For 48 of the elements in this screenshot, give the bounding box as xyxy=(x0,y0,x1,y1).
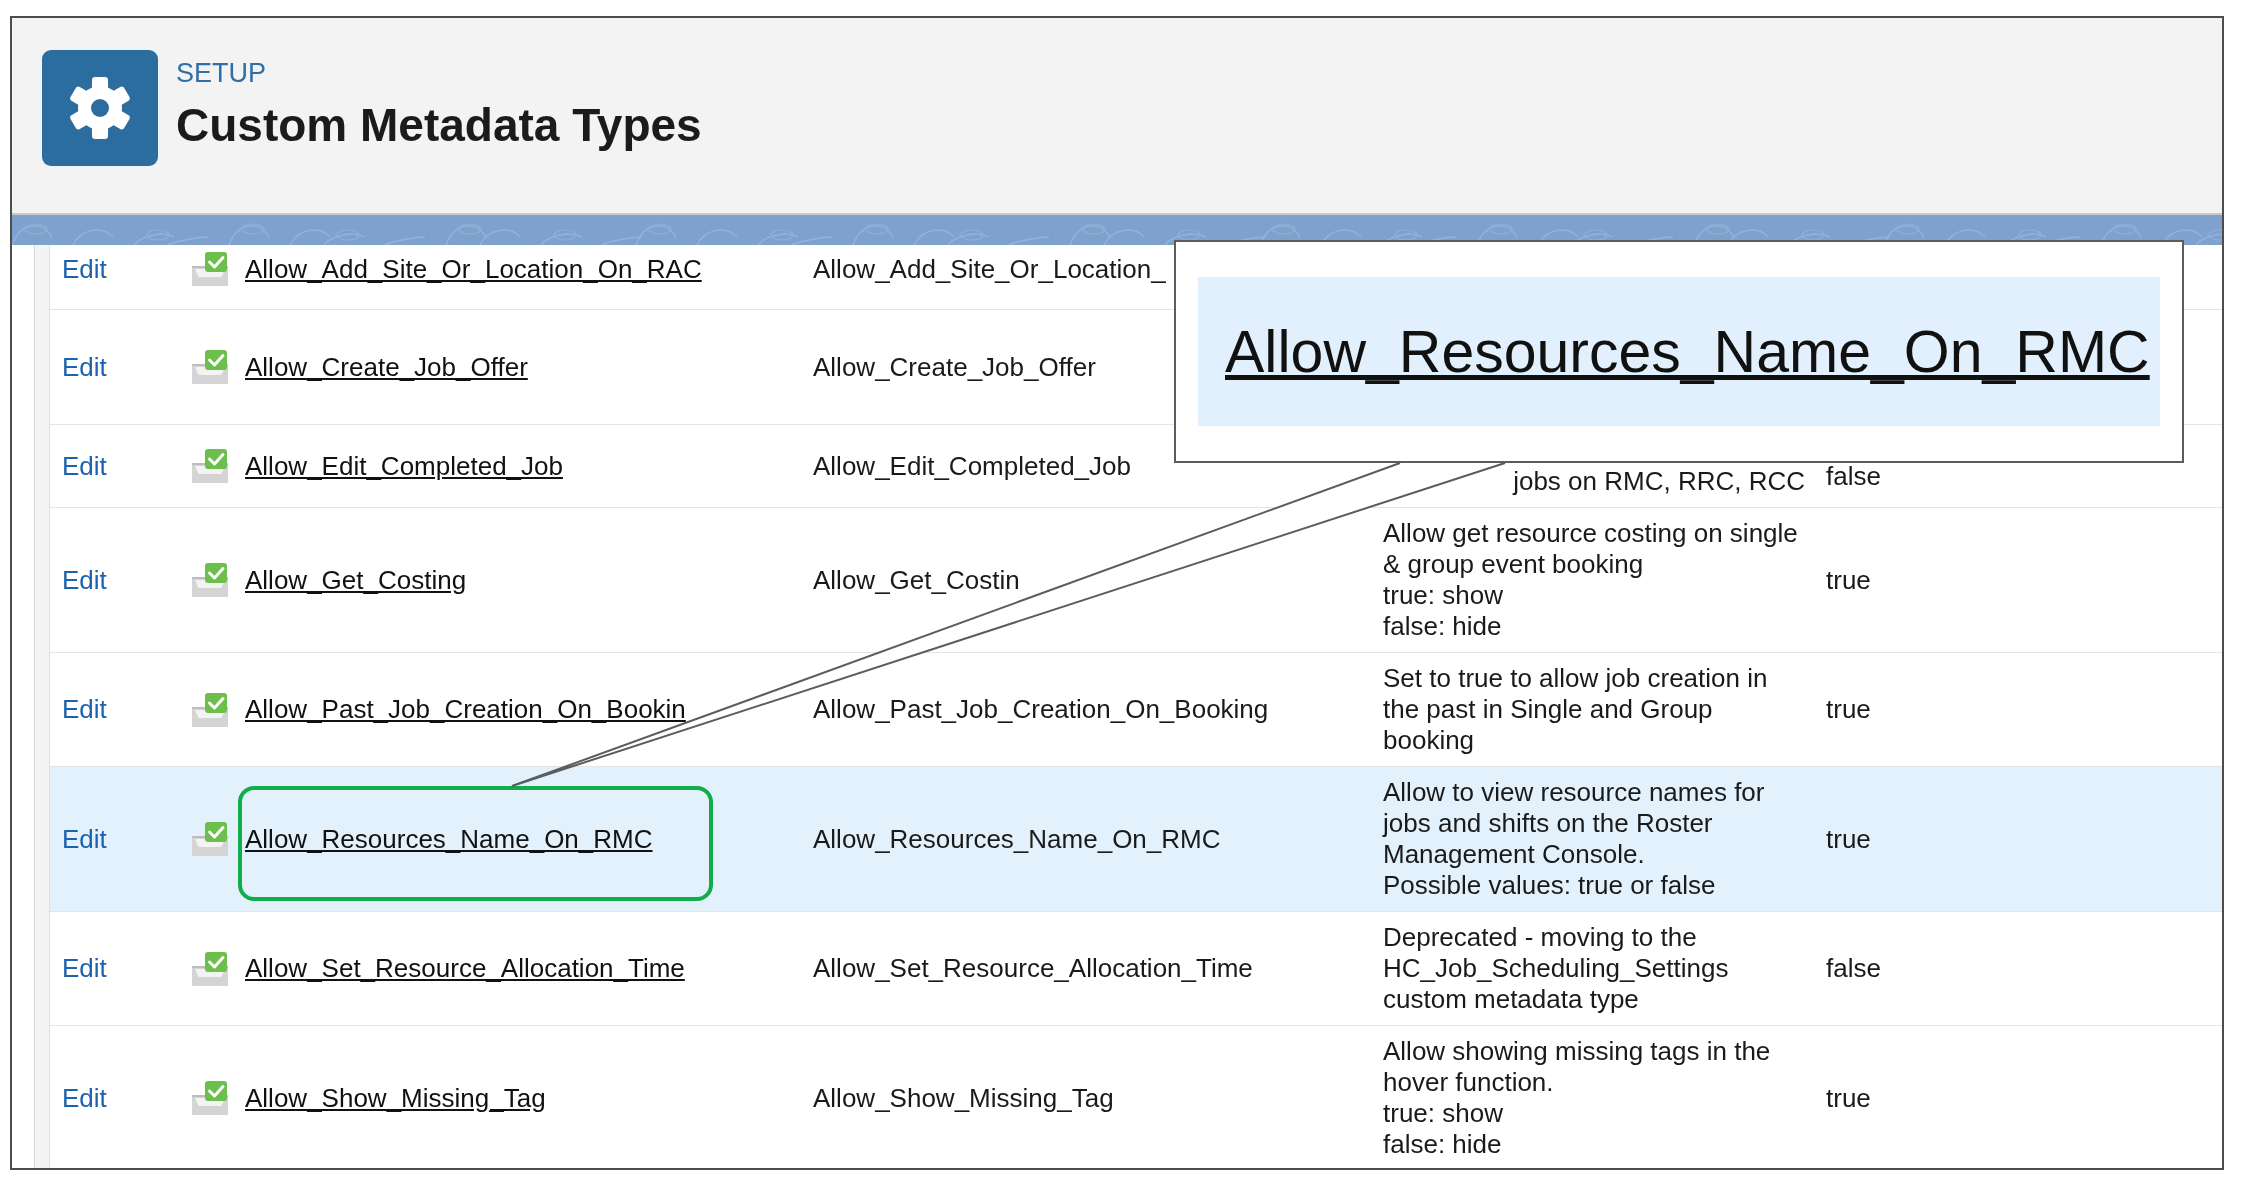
record-link[interactable]: Allow_Edit_Completed_Job xyxy=(245,450,563,482)
check-tray-icon xyxy=(191,821,229,857)
field-value: true xyxy=(1826,564,1871,596)
field-value: true xyxy=(1826,823,1871,855)
field-value: false xyxy=(1826,459,1881,492)
check-tray-icon xyxy=(191,691,229,728)
api-name: Allow_Resources_Name_On_RMC xyxy=(813,823,1221,855)
field-value: false xyxy=(1826,953,1881,984)
edit-link[interactable]: Edit xyxy=(62,253,107,285)
record-link[interactable]: Allow_Set_Resource_Allocation_Time xyxy=(245,953,685,984)
description: Deprecated - moving to the HC_Job_Scheduling_Settings custom metadata type xyxy=(1383,922,1730,1015)
api-name: Allow_Edit_Completed_Job xyxy=(813,450,1131,482)
api-name: Allow_Past_Job_Creation_On_Booking xyxy=(813,694,1269,725)
eyebrow-label: SETUP xyxy=(176,57,267,89)
api-name: Allow_Create_Job_Offer xyxy=(813,351,1096,383)
api-name: Allow_Add_Site_Or_Location_ xyxy=(813,253,1166,285)
edit-link[interactable]: Edit xyxy=(62,1082,107,1114)
description: Allow get resource costing on single & group event booking true: show false: hide xyxy=(1383,518,1799,642)
page-title: Custom Metadata Types xyxy=(176,98,702,152)
check-tray-icon xyxy=(191,1080,229,1116)
edit-link[interactable]: Edit xyxy=(62,351,107,383)
record-link[interactable]: Allow_Resources_Name_On_RMC xyxy=(245,823,653,855)
description: jobs on RMC, RRC, RCC xyxy=(1513,465,1805,497)
check-tray-icon xyxy=(191,349,229,385)
edit-link[interactable]: Edit xyxy=(62,694,107,725)
record-link[interactable]: Allow_Get_Costing xyxy=(245,564,467,596)
description: Allow showing missing tags in the hover function. true: show false: hide xyxy=(1383,1036,1772,1160)
check-tray-icon xyxy=(191,950,229,987)
description: Allow to view resource names for jobs and shifts on the Roster Management Console. Possible values: true or false xyxy=(1383,777,1766,901)
check-tray-icon xyxy=(191,562,229,598)
record-link[interactable]: Allow_Add_Site_Or_Location_On_RAC xyxy=(245,253,702,285)
record-link[interactable]: Allow_Show_Missing_Tag xyxy=(245,1082,546,1114)
api-name: Allow_Set_Resource_Allocation_Time xyxy=(813,953,1253,984)
edit-link[interactable]: Edit xyxy=(62,564,107,596)
check-tray-icon xyxy=(191,251,229,287)
edit-link[interactable]: Edit xyxy=(62,450,107,482)
magnified-text: Allow_Resources_Name_On_RMC xyxy=(1225,317,2150,386)
record-link[interactable]: Allow_Past_Job_Creation_On_Bookin xyxy=(245,694,686,725)
edit-link[interactable]: Edit xyxy=(62,953,107,984)
description: Set to true to allow job creation in the past in Single and Group booking xyxy=(1383,663,1769,756)
edit-link[interactable]: Edit xyxy=(62,823,107,855)
field-value: true xyxy=(1826,694,1871,725)
record-link[interactable]: Allow_Create_Job_Offer xyxy=(245,351,528,383)
settings-icon xyxy=(42,50,158,166)
api-name: Allow_Show_Missing_Tag xyxy=(813,1082,1114,1114)
field-value: true xyxy=(1826,1082,1871,1114)
check-tray-icon xyxy=(191,448,229,484)
api-name: Allow_Get_Costin xyxy=(813,564,1020,596)
